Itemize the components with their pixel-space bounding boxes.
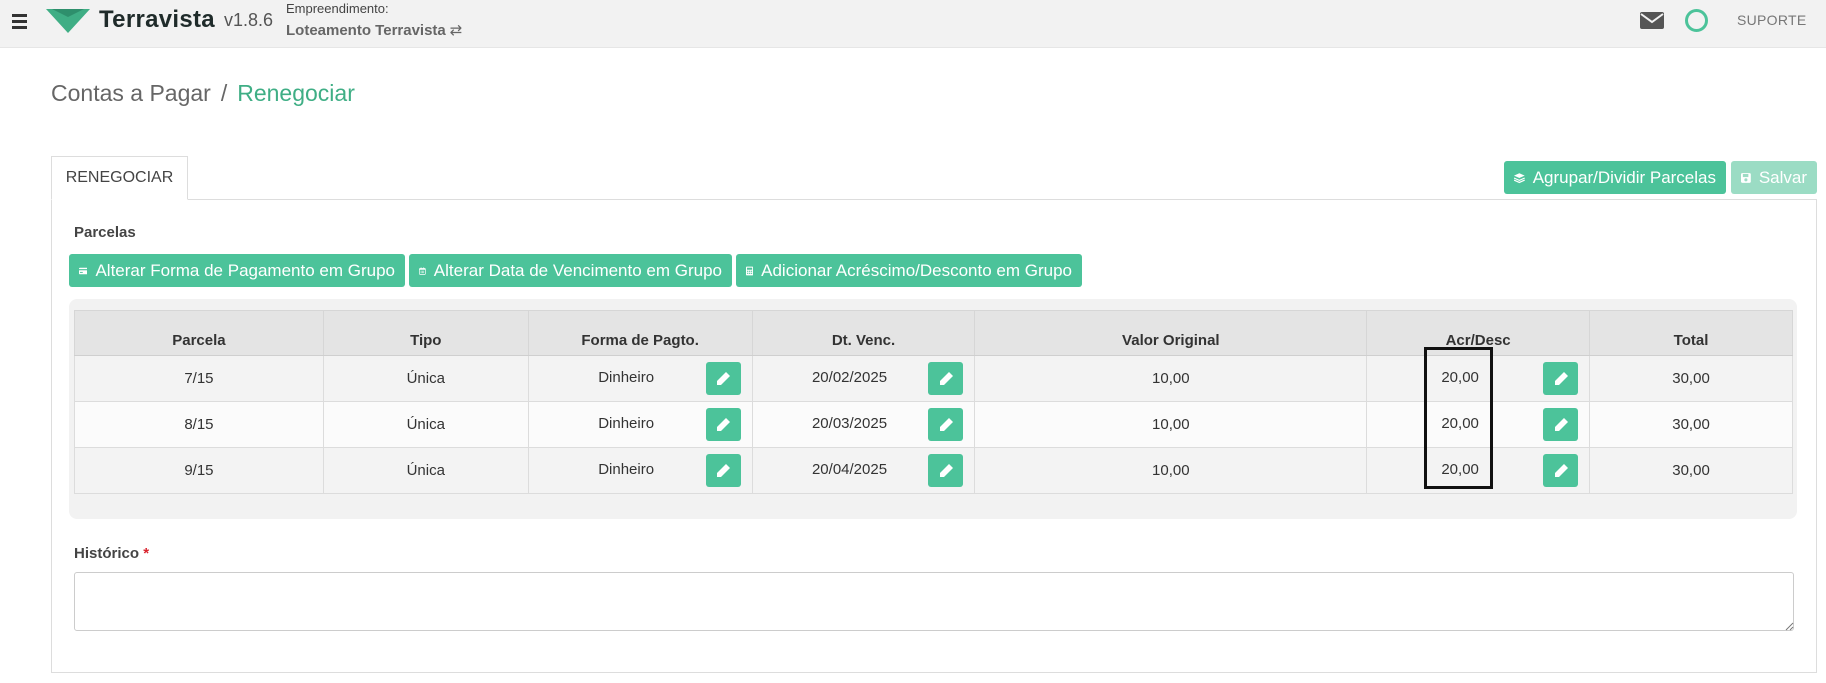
pencil-icon [717,463,731,477]
forma-cell: Dinheiro [527,447,753,494]
edit-payment-button[interactable] [705,408,741,441]
parcela-cell: 8/15 [74,401,324,448]
save-icon [1741,172,1751,183]
historico-label: Histórico * [74,545,149,562]
total-cell: 30,00 [1589,447,1793,494]
pencil-icon [717,371,731,385]
empreendimento-selector[interactable]: Loteamento Terravista ⇄ [286,21,462,39]
edit-due-date-button[interactable] [928,362,964,395]
table-row: 8/15 Única Dinheiro 20/03/2025 10,00 20,… [74,401,1793,448]
tipo-cell: Única [322,447,529,494]
pencil-icon [939,463,953,477]
column-header: Forma de Pagto. [527,310,753,356]
calculator-icon [746,266,754,275]
forma-value: Dinheiro [598,369,655,386]
column-header: Total [1589,310,1793,356]
edit-adjustment-button[interactable] [1543,362,1579,395]
resize-handle-icon[interactable] [1784,621,1794,631]
column-header: Parcela [74,310,324,356]
empreendimento-name: Loteamento Terravista [286,22,446,39]
table-row: 7/15 Única Dinheiro 20/02/2025 10,00 20,… [74,355,1793,402]
installments-table: Parcela Tipo Forma de Pagto. Dt. Venc. V… [74,310,1793,494]
layers-icon [1514,172,1525,183]
pencil-icon [939,371,953,385]
tipo-cell: Única [322,355,529,402]
forma-value: Dinheiro [598,461,655,478]
parcelas-title: Parcelas [74,224,136,241]
pencil-icon [1554,463,1568,477]
acrdesc-highlight-box [1424,347,1493,489]
column-header: Dt. Venc. [751,310,976,356]
group-split-installments-button[interactable]: Agrupar/Dividir Parcelas [1504,161,1726,194]
edit-due-date-button[interactable] [928,454,964,487]
edit-due-date-button[interactable] [928,408,964,441]
credit-card-icon [79,267,88,274]
bulk-change-due-date-button[interactable]: Alterar Data de Vencimento em Grupo [409,254,732,287]
tab-renegociar[interactable]: RENEGOCIAR [51,156,188,200]
vencimento-cell: 20/04/2025 [751,447,976,494]
required-mark: * [143,545,150,562]
bulk-payment-label: Alterar Forma de Pagamento em Grupo [95,260,395,280]
support-link[interactable]: SUPORTE [1737,12,1807,28]
valor-cell: 10,00 [974,401,1368,448]
vencimento-cell: 20/02/2025 [751,355,976,402]
column-header: Tipo [322,310,529,356]
empreendimento-label: Empreendimento: [286,1,389,16]
breadcrumb-parent[interactable]: Contas a Pagar [51,80,211,106]
swap-icon[interactable]: ⇄ [450,22,463,39]
vencimento-cell: 20/03/2025 [751,401,976,448]
vencimento-value: 20/04/2025 [811,461,888,478]
edit-adjustment-button[interactable] [1543,408,1579,441]
installments-table-container: Parcela Tipo Forma de Pagto. Dt. Venc. V… [69,299,1797,519]
breadcrumb: Contas a Pagar / Renegociar [51,80,355,107]
top-bar: Terravista v1.8.6 Empreendimento: Loteam… [0,0,1826,48]
bulk-adjust-label: Adicionar Acréscimo/Desconto em Grupo [761,260,1072,280]
parcela-cell: 7/15 [74,355,324,402]
calendar-icon [419,266,426,275]
breadcrumb-current: Renegociar [237,80,355,106]
column-header: Valor Original [974,310,1368,356]
mail-icon[interactable] [1640,12,1664,29]
tipo-cell: Única [322,401,529,448]
edit-payment-button[interactable] [705,362,741,395]
pencil-icon [717,417,731,431]
forma-cell: Dinheiro [527,355,753,402]
pencil-icon [939,417,953,431]
table-row: 9/15 Única Dinheiro 20/04/2025 10,00 20,… [74,447,1793,494]
bulk-date-label: Alterar Data de Vencimento em Grupo [433,260,722,280]
historico-label-text: Histórico [74,545,140,562]
save-label: Salvar [1758,167,1807,187]
historico-textarea[interactable] [74,572,1794,631]
brand-name: Terravista [99,6,215,33]
valor-cell: 10,00 [974,447,1368,494]
total-cell: 30,00 [1589,401,1793,448]
parcela-cell: 9/15 [74,447,324,494]
group-split-label: Agrupar/Dividir Parcelas [1532,167,1716,187]
vencimento-value: 20/03/2025 [811,415,888,432]
save-button[interactable]: Salvar [1731,161,1817,194]
valor-cell: 10,00 [974,355,1368,402]
app-version: v1.8.6 [224,10,274,30]
status-indicator-icon[interactable] [1685,9,1708,32]
bulk-add-adjustment-button[interactable]: Adicionar Acréscimo/Desconto em Grupo [736,254,1082,287]
bulk-change-payment-button[interactable]: Alterar Forma de Pagamento em Grupo [69,254,405,287]
vencimento-value: 20/02/2025 [811,369,888,386]
forma-cell: Dinheiro [527,401,753,448]
edit-payment-button[interactable] [705,454,741,487]
total-cell: 30,00 [1589,355,1793,402]
pencil-icon [1554,417,1568,431]
terravista-logo-icon [46,9,90,33]
forma-value: Dinheiro [598,415,655,432]
pencil-icon [1554,371,1568,385]
edit-adjustment-button[interactable] [1543,454,1579,487]
breadcrumb-separator: / [220,80,228,106]
menu-icon[interactable] [12,14,27,29]
table-header-row: Parcela Tipo Forma de Pagto. Dt. Venc. V… [74,310,1793,356]
